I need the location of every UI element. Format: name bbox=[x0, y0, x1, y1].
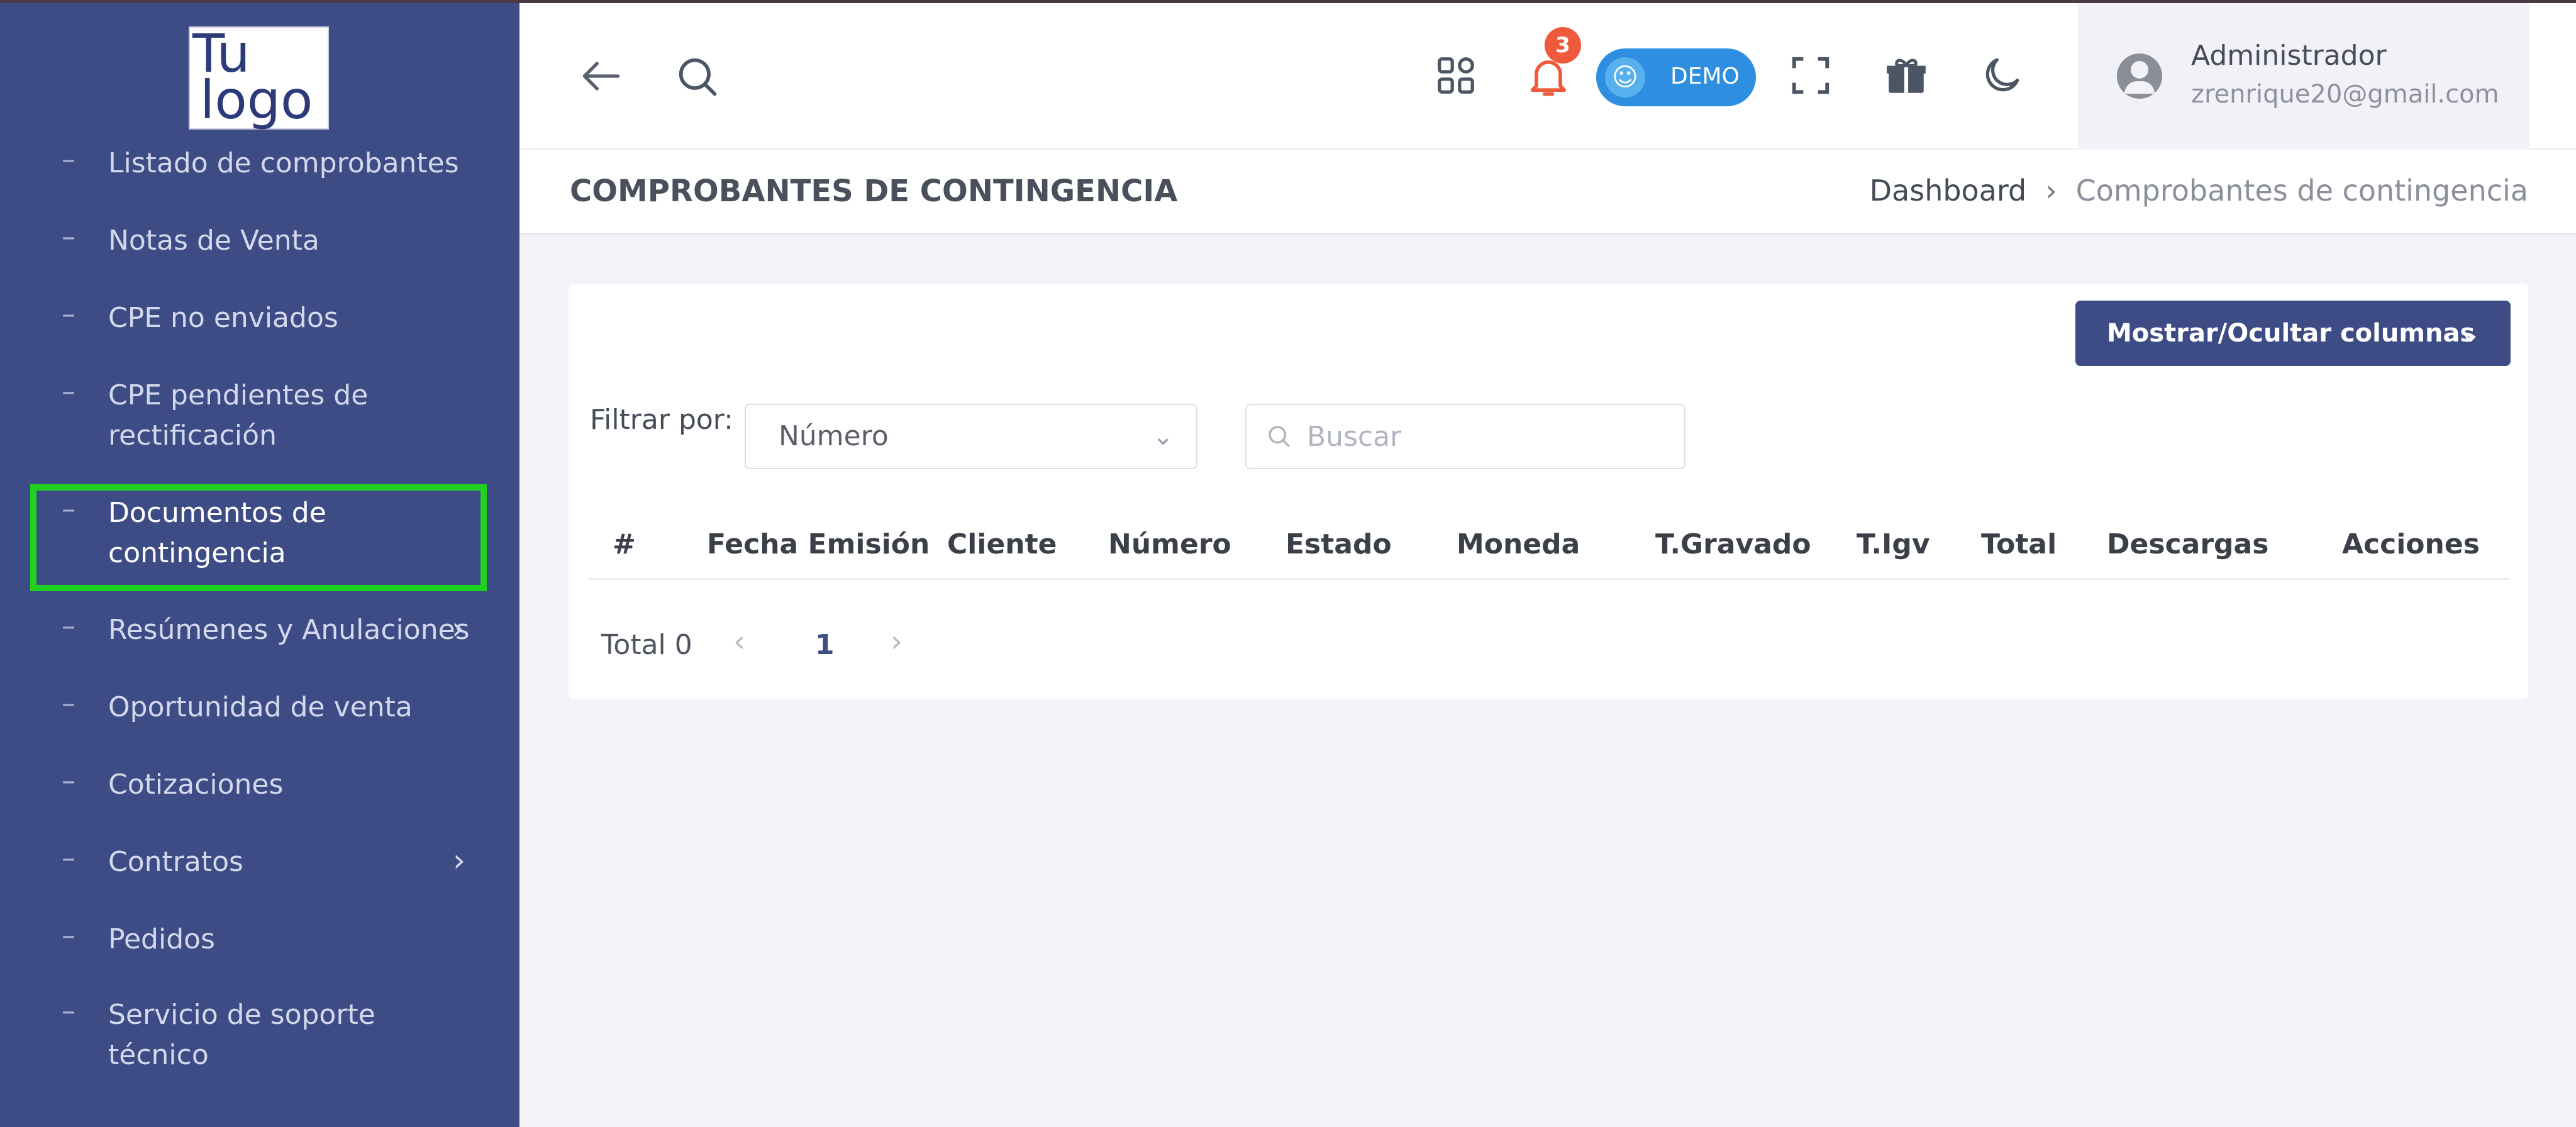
avatar bbox=[2117, 53, 2162, 99]
sidebar-item-label: Notas de Venta bbox=[108, 225, 319, 257]
logo-line2: logo bbox=[200, 69, 313, 131]
back-arrow-icon[interactable] bbox=[576, 51, 626, 101]
sidebar-item-label: Contratos bbox=[108, 846, 243, 878]
bullet-icon: – bbox=[62, 143, 75, 175]
bullet-icon: – bbox=[62, 765, 75, 797]
bullet-icon: – bbox=[62, 919, 75, 952]
column-header-tgravado[interactable]: T.Gravado bbox=[1655, 528, 1811, 560]
moon-icon[interactable] bbox=[1979, 52, 2025, 99]
user-email: zrenrique20@gmail.com bbox=[2191, 80, 2499, 109]
pagination-page-current[interactable]: 1 bbox=[815, 629, 835, 661]
table-header: # Fecha Emisión Cliente Número Estado Mo… bbox=[589, 511, 2509, 580]
sidebar-item-oportunidad-venta[interactable]: – Oportunidad de venta bbox=[0, 687, 519, 728]
toggle-columns-label: Mostrar/Ocultar columnas bbox=[2107, 319, 2475, 348]
search-box bbox=[1245, 404, 1685, 469]
bullet-icon: – bbox=[62, 610, 75, 642]
breadcrumb-current: Comprobantes de contingencia bbox=[2075, 174, 2528, 208]
column-header-cliente[interactable]: Cliente bbox=[947, 528, 1057, 560]
sidebar-item-notas-venta[interactable]: – Notas de Venta bbox=[0, 221, 519, 261]
sidebar-item-cpe-pendientes[interactable]: – CPE pendientes de rectificación bbox=[0, 375, 519, 456]
sidebar-item-label: CPE pendientes de rectificación bbox=[108, 379, 369, 452]
sidebar-item-label: CPE no enviados bbox=[108, 302, 338, 334]
bullet-icon: – bbox=[62, 995, 75, 1027]
user-menu[interactable]: Administrador zrenrique20@gmail.com bbox=[2078, 3, 2529, 150]
search-icon bbox=[1269, 426, 1290, 447]
sidebar-item-soporte-tecnico[interactable]: – Servicio de soporte técnico bbox=[0, 995, 519, 1075]
logo[interactable]: Tu logo bbox=[189, 26, 329, 130]
filter-select[interactable]: Número ⌄ bbox=[745, 404, 1197, 469]
demo-toggle[interactable]: ☺ DEMO bbox=[1596, 48, 1756, 106]
sidebar-item-label: Servicio de soporte técnico bbox=[108, 999, 375, 1071]
breadcrumb-dashboard[interactable]: Dashboard bbox=[1870, 174, 2027, 208]
sidebar-item-label: Listado de comprobantes bbox=[108, 147, 459, 179]
sidebar-item-label: Resúmenes y Anulaciones bbox=[108, 614, 470, 646]
chevron-down-icon: ⌄ bbox=[2460, 319, 2480, 347]
user-name: Administrador bbox=[2191, 40, 2387, 72]
active-item-highlight bbox=[30, 484, 487, 591]
content-card: Mostrar/Ocultar columnas ⌄ Filtrar por: … bbox=[569, 284, 2528, 699]
search-input[interactable] bbox=[1307, 416, 1672, 457]
column-header-estado[interactable]: Estado bbox=[1285, 528, 1392, 560]
column-header-fecha[interactable]: Fecha Emisión bbox=[707, 528, 930, 560]
column-header-moneda[interactable]: Moneda bbox=[1457, 528, 1580, 560]
toggle-columns-button[interactable]: Mostrar/Ocultar columnas ⌄ bbox=[2075, 301, 2511, 366]
column-header-numero[interactable]: Número bbox=[1108, 528, 1231, 560]
breadcrumb-separator-icon: › bbox=[2045, 174, 2057, 208]
bullet-icon: – bbox=[62, 687, 75, 719]
sidebar-item-label: Oportunidad de venta bbox=[108, 691, 413, 723]
chevron-right-icon[interactable]: › bbox=[891, 624, 902, 659]
chevron-down-icon: ⌄ bbox=[1152, 422, 1174, 451]
bullet-icon: – bbox=[62, 221, 75, 253]
apps-grid-icon[interactable] bbox=[1434, 53, 1478, 97]
column-header-acciones[interactable]: Acciones bbox=[2342, 528, 2480, 560]
notification-badge: 3 bbox=[1545, 27, 1581, 64]
sidebar-item-cotizaciones[interactable]: – Cotizaciones bbox=[0, 765, 519, 805]
breadcrumb: Dashboard › Comprobantes de contingencia bbox=[1870, 174, 2528, 208]
filter-select-value: Número bbox=[779, 420, 889, 452]
column-header-index[interactable]: # bbox=[613, 528, 636, 560]
page-title: COMPROBANTES DE CONTINGENCIA bbox=[570, 174, 1178, 209]
chevron-right-icon: › bbox=[453, 842, 465, 879]
bullet-icon: – bbox=[62, 842, 75, 874]
sidebar-item-listado-comprobantes[interactable]: – Listado de comprobantes bbox=[0, 143, 519, 184]
column-header-descargas[interactable]: Descargas bbox=[2107, 528, 2268, 560]
column-header-total[interactable]: Total bbox=[1981, 528, 2057, 560]
sidebar-item-resumenes-anulaciones[interactable]: – Resúmenes y Anulaciones › bbox=[0, 610, 519, 650]
bullet-icon: – bbox=[62, 375, 75, 408]
top-header: 3 ☺ DEMO Administrador zrenrique20@gmail… bbox=[519, 3, 2576, 150]
search-icon[interactable] bbox=[673, 52, 721, 100]
fullscreen-icon[interactable] bbox=[1789, 53, 1833, 97]
sidebar-item-contratos[interactable]: – Contratos › bbox=[0, 842, 519, 882]
sidebar: Tu logo – Listado de comprobantes – Nota… bbox=[0, 0, 519, 1127]
smile-icon: ☺ bbox=[1605, 57, 1645, 97]
filter-label: Filtrar por: bbox=[590, 404, 733, 436]
sidebar-item-label: Cotizaciones bbox=[108, 769, 284, 801]
sidebar-item-label: Pedidos bbox=[108, 923, 215, 955]
chevron-left-icon[interactable]: ‹ bbox=[733, 624, 745, 659]
chevron-right-icon: › bbox=[452, 610, 464, 647]
gift-icon[interactable] bbox=[1883, 52, 1929, 99]
top-border bbox=[0, 0, 2576, 3]
demo-label: DEMO bbox=[1670, 64, 1740, 89]
sidebar-item-pedidos[interactable]: – Pedidos bbox=[0, 919, 519, 960]
sidebar-item-cpe-no-enviados[interactable]: – CPE no enviados bbox=[0, 298, 519, 338]
column-header-tigv[interactable]: T.Igv bbox=[1857, 528, 1930, 560]
page-title-bar: COMPROBANTES DE CONTINGENCIA Dashboard › C… bbox=[519, 150, 2576, 235]
bullet-icon: – bbox=[62, 298, 75, 330]
pagination-total: Total 0 bbox=[601, 629, 692, 661]
